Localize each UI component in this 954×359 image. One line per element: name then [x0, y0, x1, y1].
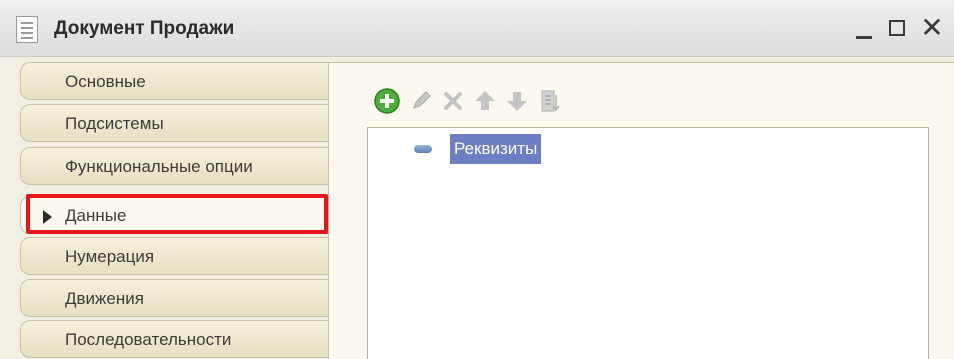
- current-tab-arrow-icon: [43, 210, 52, 224]
- tab-label: Функциональные опции: [65, 157, 253, 176]
- tab-funktsionalnye-optsii[interactable]: Функциональные опции: [20, 147, 328, 185]
- title-bar[interactable]: Документ Продажи ✕: [0, 0, 954, 57]
- sort-button[interactable]: [535, 87, 563, 115]
- minimize-button[interactable]: [850, 14, 878, 42]
- tab-posledovatelnosti[interactable]: Последовательности: [20, 320, 328, 358]
- tab-osnovnye[interactable]: Основные: [20, 62, 328, 100]
- maximize-button[interactable]: [884, 14, 912, 42]
- data-panel: Реквизиты: [328, 62, 954, 359]
- tab-label: Подсистемы: [65, 114, 164, 133]
- tab-dannye[interactable]: Данные: [20, 196, 328, 234]
- delete-icon: [444, 92, 462, 110]
- edit-button[interactable]: [407, 87, 435, 115]
- window-title: Документ Продажи: [54, 18, 235, 39]
- sort-icon: [541, 90, 560, 112]
- document-icon: [16, 16, 38, 43]
- delete-button[interactable]: [439, 87, 467, 115]
- tab-podsistemy[interactable]: Подсистемы: [20, 104, 328, 142]
- tab-label: Нумерация: [65, 247, 155, 266]
- move-up-button[interactable]: [471, 87, 499, 115]
- tab-dvizheniya[interactable]: Движения: [20, 279, 328, 317]
- close-button[interactable]: ✕: [918, 14, 946, 42]
- add-icon: [374, 88, 400, 114]
- tab-label: Данные: [65, 206, 127, 225]
- tab-label: Последовательности: [65, 330, 232, 349]
- move-down-button[interactable]: [503, 87, 531, 115]
- tree-node-label[interactable]: Реквизиты: [450, 134, 542, 164]
- tab-numeratsiya[interactable]: Нумерация: [20, 237, 328, 275]
- tab-label: Основные: [65, 72, 146, 91]
- collapse-icon[interactable]: [414, 145, 432, 153]
- add-button[interactable]: [373, 87, 401, 115]
- tab-label: Движения: [65, 289, 144, 308]
- move-up-icon: [475, 91, 495, 110]
- edit-icon: [413, 91, 431, 109]
- section-tabs: Основные Подсистемы Функциональные опции…: [20, 62, 330, 359]
- move-down-icon: [507, 92, 527, 111]
- document-window: Документ Продажи ✕ Основные Подсистемы Ф…: [0, 0, 954, 359]
- attributes-tree[interactable]: Реквизиты: [367, 127, 929, 359]
